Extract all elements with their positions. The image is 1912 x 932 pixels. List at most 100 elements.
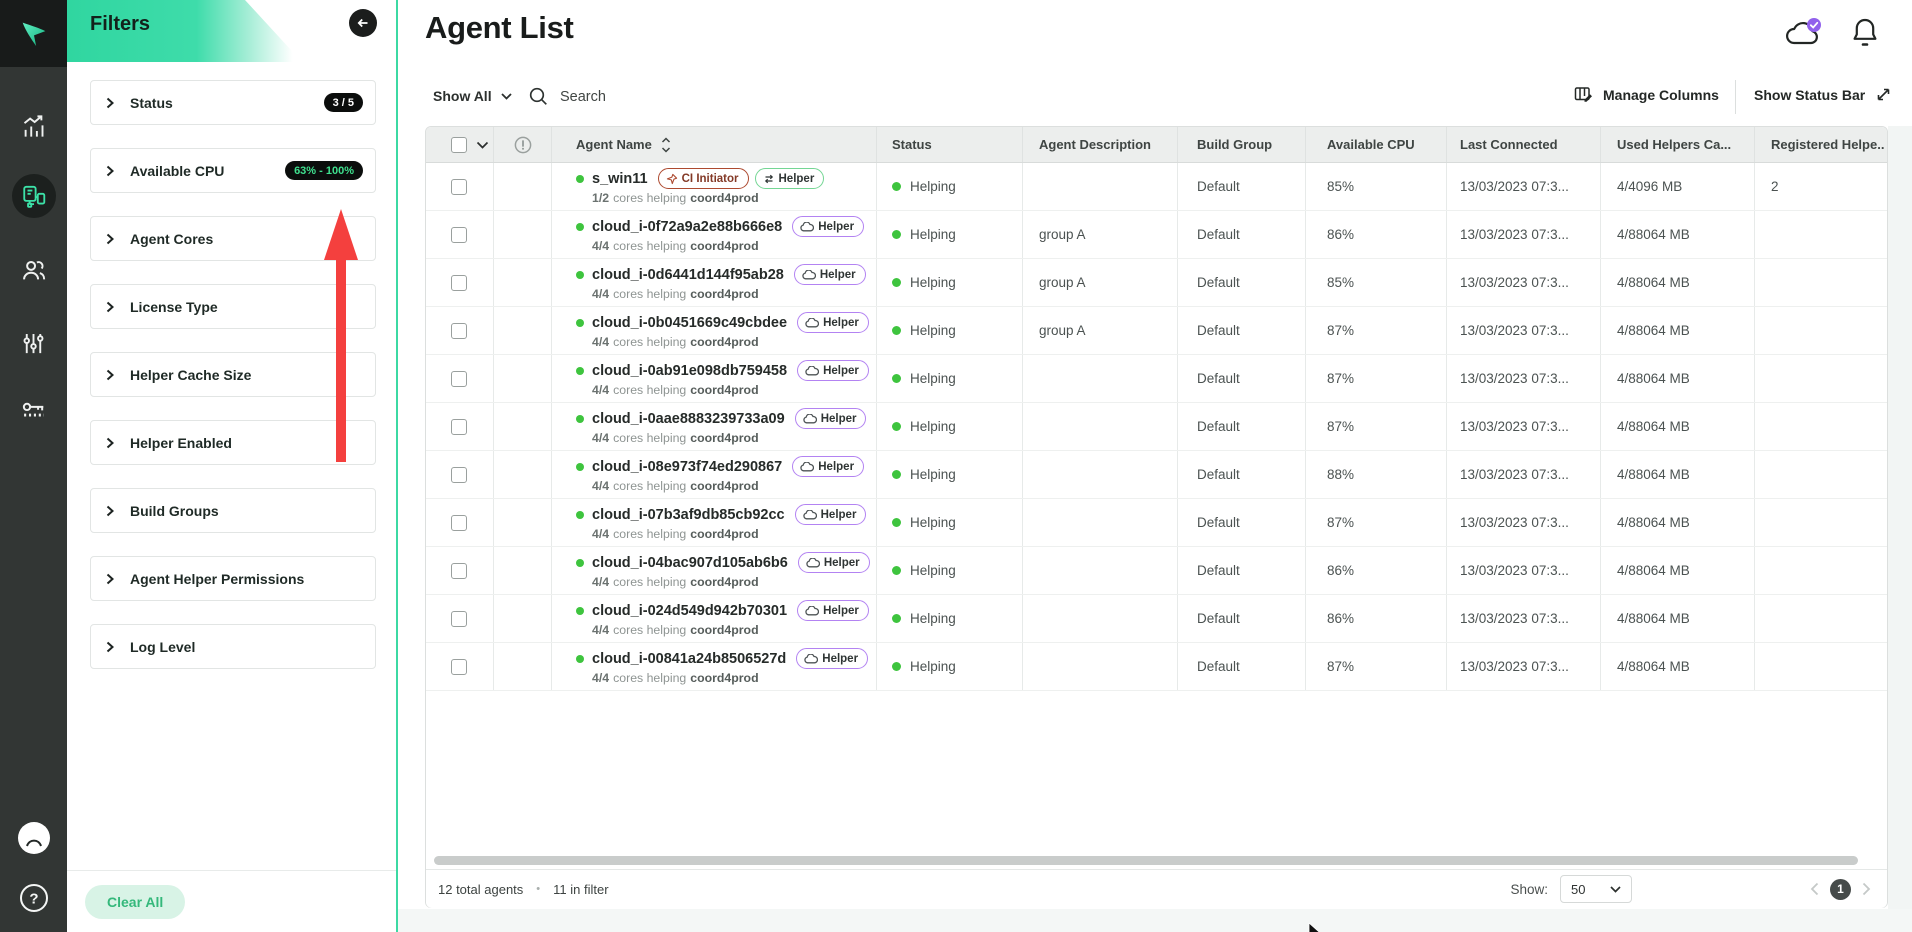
used-helpers-cell: 4/88064 MB [1601,451,1755,498]
show-all-dropdown[interactable]: Show All [433,88,512,104]
notifications-button[interactable] [1850,16,1880,53]
used-helpers-cell: 4/88064 MB [1601,259,1755,306]
row-alert-cell [494,307,552,354]
last-connected-header-label: Last Connected [1460,137,1558,152]
filter-item[interactable]: Agent Helper Permissions [90,556,376,601]
collapse-filters-button[interactable] [349,9,377,37]
description-cell [1023,451,1178,498]
cloud-icon [800,462,814,472]
agent-name-column-header[interactable]: Agent Name [552,127,877,162]
nav-analytics[interactable] [0,98,67,154]
filter-item[interactable]: Log Level [90,624,376,669]
chevron-right-icon [106,165,114,177]
agent-subtitle: 4/4cores helpingcoord4prod [592,239,759,253]
available-cpu-cell: 86% [1306,211,1447,258]
row-checkbox[interactable] [451,563,467,579]
available-cpu-cell: 87% [1306,355,1447,402]
nav-settings[interactable] [0,315,67,371]
previous-page-button[interactable] [1810,882,1819,896]
scrollbar-thumb[interactable] [434,856,1858,865]
filter-label: License Type [130,299,218,315]
row-checkbox[interactable] [451,419,467,435]
nav-users[interactable] [0,242,67,298]
arrow-left-icon [355,15,371,31]
chevron-right-icon [106,641,114,653]
alerts-column-header[interactable] [494,127,552,162]
registered-helpers-cell [1755,259,1887,306]
filter-value-badge: 63% - 100% [285,161,363,180]
sort-icon[interactable] [661,137,671,153]
filter-label: Available CPU [130,163,224,179]
cloud-sync-button[interactable] [1784,16,1824,53]
filter-label: Helper Enabled [130,435,232,451]
row-alert-cell [494,211,552,258]
row-checkbox[interactable] [451,323,467,339]
used-helpers-cell: 4/88064 MB [1601,211,1755,258]
table-row[interactable]: cloud_i-00841a24b8506527d Helper 4/4core… [426,643,1887,691]
status-column-header[interactable]: Status [877,127,1023,162]
table-row[interactable]: cloud_i-07b3af9db85cb92cc Helper 4/4core… [426,499,1887,547]
description-column-header[interactable]: Agent Description [1023,127,1178,162]
last-connected-column-header[interactable]: Last Connected [1447,127,1601,162]
user-avatar-button[interactable] [0,810,67,866]
table-row[interactable]: cloud_i-024d549d942b70301 Helper 4/4core… [426,595,1887,643]
agent-badges: Helper [797,600,869,621]
table-row[interactable]: cloud_i-0d6441d144f95ab28 Helper 4/4core… [426,259,1887,307]
help-button[interactable]: ? [0,870,67,926]
build-group-column-header[interactable]: Build Group [1178,127,1306,162]
available-cpu-cell: 85% [1306,163,1447,210]
agent-name-cell: cloud_i-0aae8883239733a09 Helper 4/4core… [552,403,877,450]
chevron-down-icon [501,93,512,100]
table-row[interactable]: cloud_i-04bac907d105ab6b6 Helper 4/4core… [426,547,1887,595]
row-checkbox[interactable] [451,659,467,675]
current-page-badge[interactable]: 1 [1830,879,1851,900]
table-row[interactable]: cloud_i-0aae8883239733a09 Helper 4/4core… [426,403,1887,451]
mouse-cursor [1308,923,1324,932]
filter-item[interactable]: Build Groups [90,488,376,533]
row-checkbox[interactable] [451,467,467,483]
filter-item[interactable]: Available CPU 63% - 100% [90,148,376,193]
table-row[interactable]: cloud_i-0f72a9a2e88b666e8 Helper 4/4core… [426,211,1887,259]
table-row[interactable]: s_win11 CI InitiatorHelper 1/2cores help… [426,163,1887,211]
clear-all-button[interactable]: Clear All [85,885,185,919]
row-checkbox[interactable] [451,179,467,195]
row-checkbox[interactable] [451,275,467,291]
agent-name: cloud_i-0ab91e098db759458 [592,363,787,379]
select-all-checkbox[interactable] [451,137,467,153]
ci-initiator-badge: CI Initiator [658,168,749,189]
nav-agents[interactable] [0,168,67,224]
table-row[interactable]: cloud_i-0b0451669c49cbdee Helper 4/4core… [426,307,1887,355]
svg-text:?: ? [29,891,38,908]
search-input[interactable]: Search [528,86,606,107]
build-group-cell: Default [1178,163,1306,210]
agent-name: cloud_i-0f72a9a2e88b666e8 [592,219,782,235]
select-all-header[interactable] [426,127,494,162]
agent-badges: CI InitiatorHelper [658,168,825,189]
next-page-button[interactable] [1862,882,1871,896]
last-connected-cell: 13/03/2023 07:3... [1447,451,1601,498]
row-checkbox[interactable] [451,611,467,627]
nav-license[interactable] [0,383,67,439]
status-dot [892,662,901,671]
row-checkbox[interactable] [451,515,467,531]
agent-subtitle: 1/2cores helpingcoord4prod [592,191,759,205]
last-connected-cell: 13/03/2023 07:3... [1447,403,1601,450]
agent-name-cell: cloud_i-024d549d942b70301 Helper 4/4core… [552,595,877,642]
table-row[interactable]: cloud_i-0ab91e098db759458 Helper 4/4core… [426,355,1887,403]
row-checkbox[interactable] [451,227,467,243]
app-logo[interactable] [0,0,67,67]
show-status-bar-button[interactable]: Show Status Bar [1754,86,1892,103]
select-menu-chevron-icon[interactable] [476,141,489,149]
row-checkbox[interactable] [451,371,467,387]
cloud-icon [805,606,819,616]
used-helpers-column-header[interactable]: Used Helpers Ca... [1601,127,1755,162]
available-cpu-column-header[interactable]: Available CPU [1306,127,1447,162]
bottom-background-strip [398,909,1912,932]
status-dot [892,566,901,575]
page-size-select[interactable]: 50 [1560,875,1632,903]
manage-columns-button[interactable]: Manage Columns [1574,86,1719,104]
agent-name: cloud_i-024d549d942b70301 [592,603,787,619]
registered-helpers-column-header[interactable]: Registered Helpe.. [1755,127,1887,162]
filter-item[interactable]: Status 3 / 5 [90,80,376,125]
table-row[interactable]: cloud_i-08e973f74ed290867 Helper 4/4core… [426,451,1887,499]
